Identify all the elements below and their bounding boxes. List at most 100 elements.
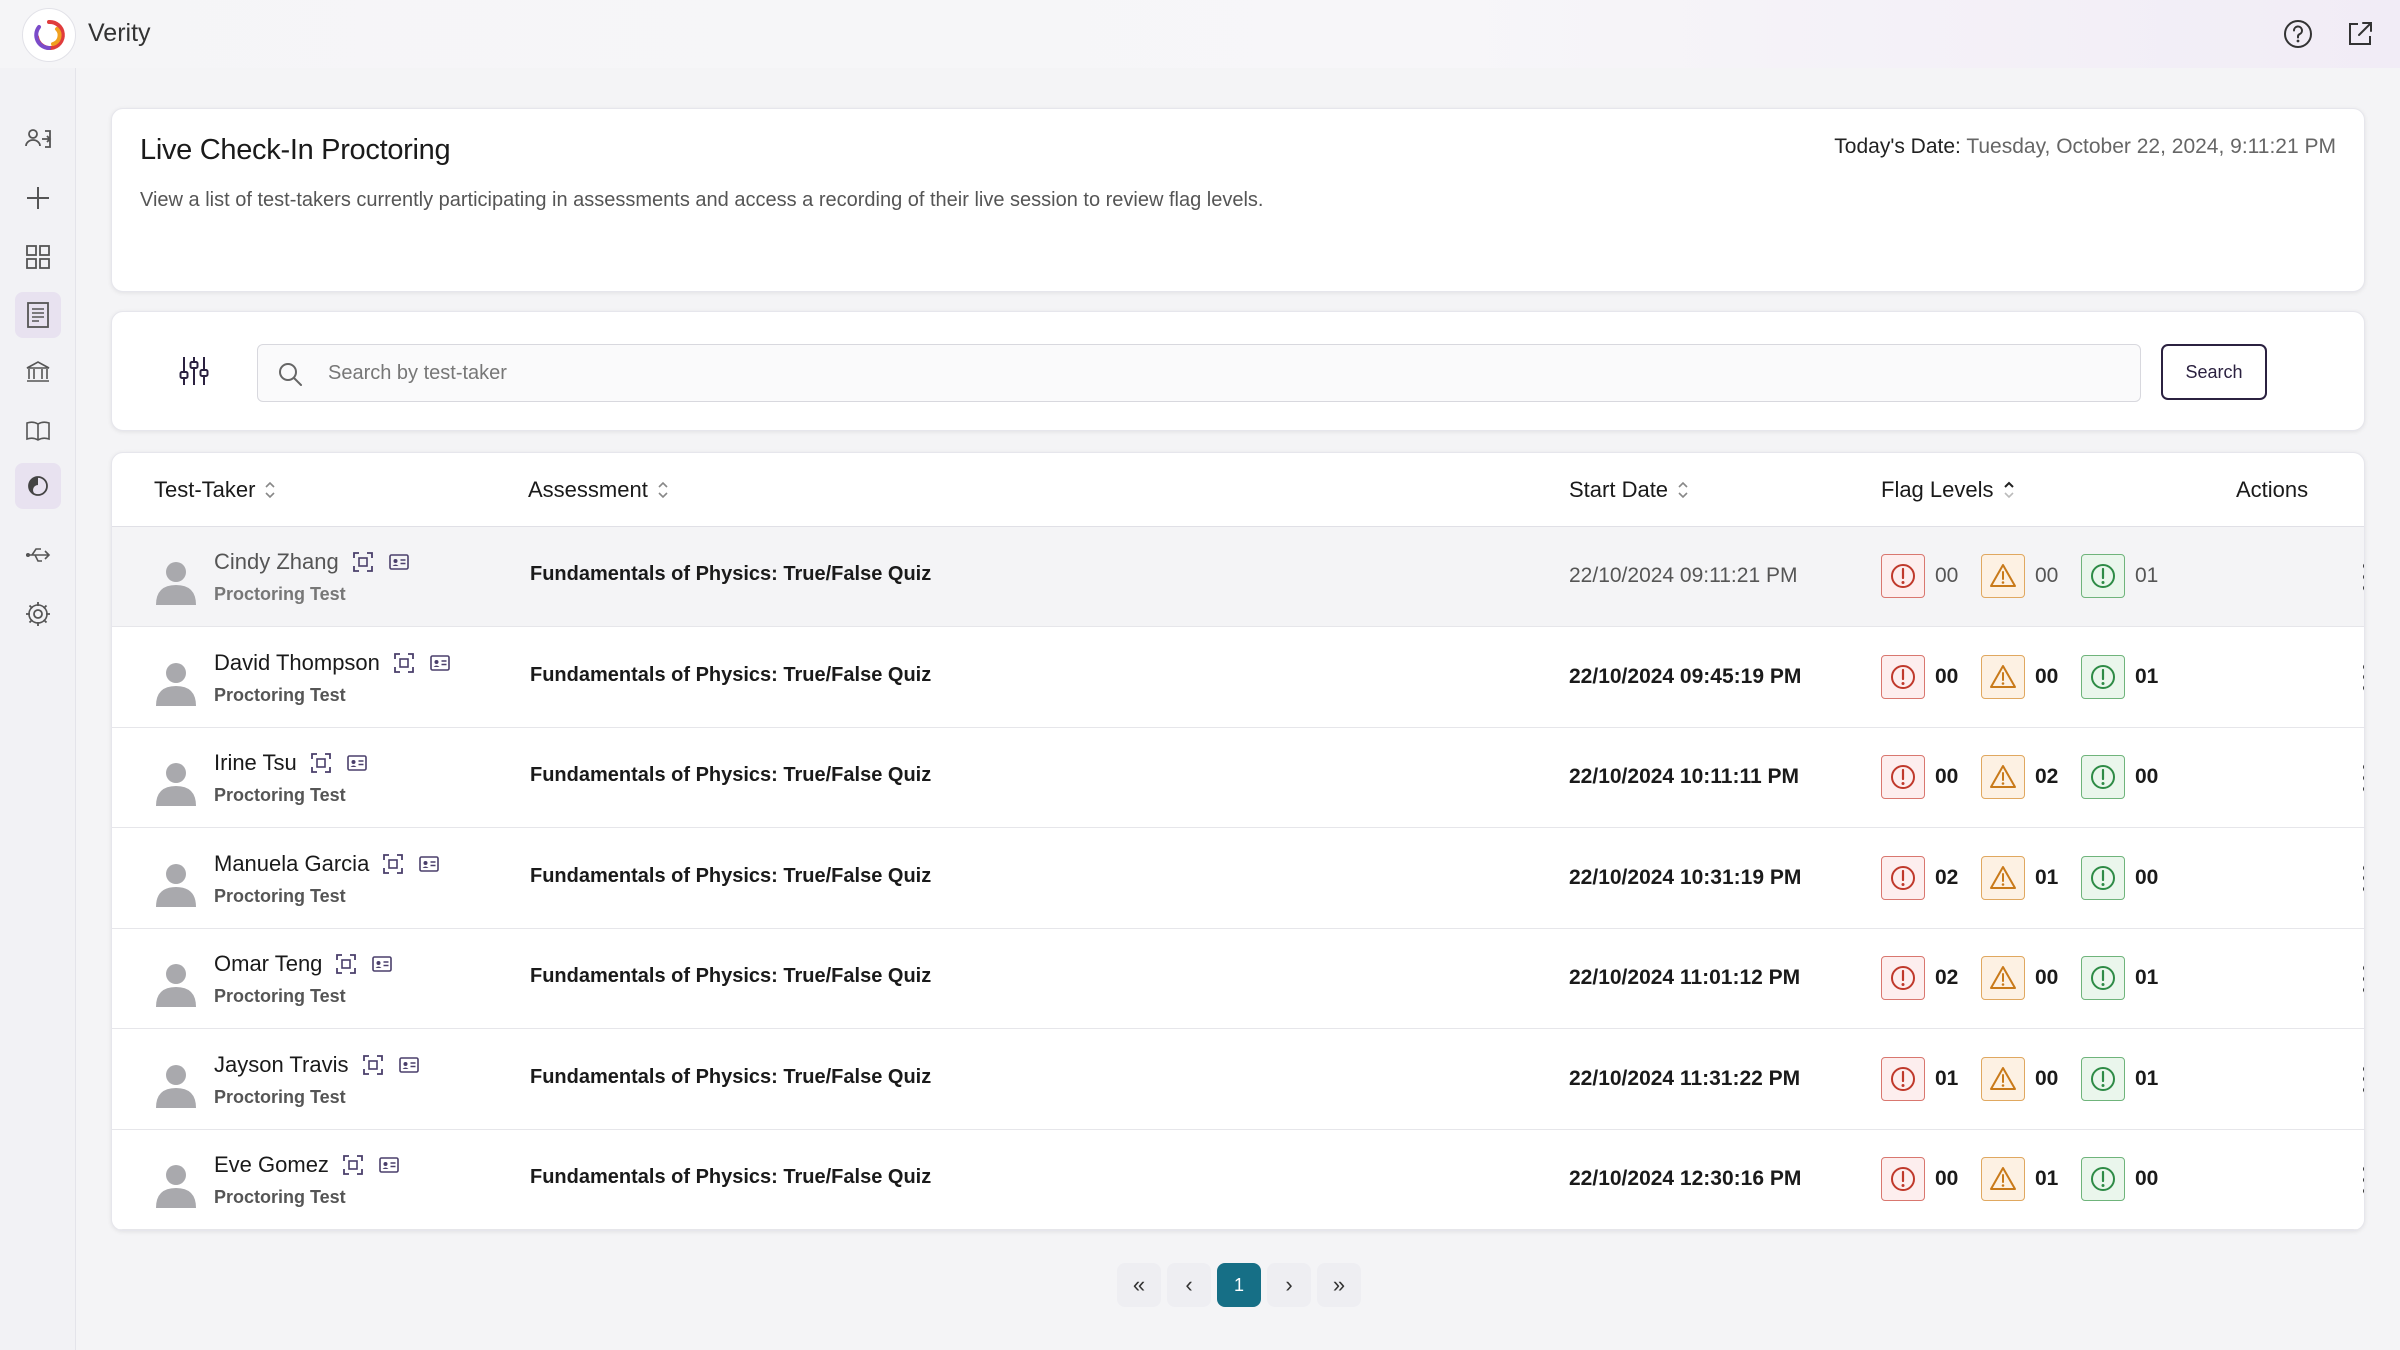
critical-flag-icon[interactable] (1881, 1056, 1925, 1101)
sort-icon[interactable] (656, 479, 670, 501)
table-row[interactable]: Irine Tsu Proctoring Test Fundamentals o… (112, 728, 2364, 828)
first-page-button[interactable]: « (1117, 1263, 1161, 1307)
current-page-button[interactable]: 1 (1217, 1263, 1261, 1307)
test-taker-subtitle: Proctoring Test (214, 684, 346, 705)
table-row[interactable]: Jayson Travis Proctoring Test Fundamenta… (112, 1029, 2364, 1130)
test-taker-name[interactable]: Manuela Garcia (214, 851, 369, 877)
id-card-icon[interactable] (370, 952, 394, 976)
assessment-name: Fundamentals of Physics: True/False Quiz (530, 965, 932, 987)
info-flag-icon[interactable] (2081, 1157, 2125, 1201)
last-page-button[interactable]: » (1317, 1263, 1361, 1307)
info-flag-icon[interactable] (2081, 1056, 2125, 1101)
test-taker-name[interactable]: Irine Tsu (214, 750, 297, 776)
critical-flag-icon[interactable] (1881, 1157, 1925, 1201)
info-flag-icon[interactable] (2081, 554, 2125, 598)
table-row[interactable]: Omar Teng Proctoring Test Fundamentals o… (112, 929, 2364, 1029)
id-card-icon[interactable] (417, 852, 441, 876)
column-header-assessment[interactable]: Assessment (528, 477, 670, 503)
column-header-test-taker[interactable]: Test-Taker (154, 477, 277, 503)
start-date: 22/10/2024 09:11:21 PM (1569, 564, 1798, 587)
help-icon[interactable] (2280, 16, 2316, 52)
search-box[interactable] (257, 344, 2228, 402)
id-card-icon[interactable] (345, 751, 369, 775)
assessment-name: Fundamentals of Physics: True/False Quiz (530, 1065, 932, 1088)
warning-flag-icon[interactable] (1981, 1056, 2025, 1101)
row-actions-kebab-icon[interactable] (2359, 863, 2364, 895)
external-link-icon[interactable] (2342, 16, 2378, 52)
report-icon[interactable] (15, 292, 61, 338)
test-taker-name[interactable]: Eve Gomez (214, 1152, 329, 1178)
sort-icon[interactable] (263, 479, 277, 501)
column-header-flag-levels[interactable]: Flag Levels (1881, 477, 2016, 503)
row-actions-kebab-icon[interactable] (2359, 762, 2364, 794)
id-card-icon[interactable] (397, 1053, 421, 1077)
table-row[interactable]: Eve Gomez Proctoring Test Fundamentals o… (112, 1130, 2364, 1230)
screen-capture-icon[interactable] (392, 651, 416, 675)
table-row[interactable]: Manuela Garcia Proctoring Test Fundament… (112, 828, 2364, 929)
column-header-start-date[interactable]: Start Date (1569, 477, 1690, 503)
search-button[interactable]: Search (2161, 344, 2267, 400)
start-date: 22/10/2024 11:31:22 PM (1569, 1066, 1801, 1090)
info-flag-icon[interactable] (2081, 855, 2125, 900)
proctoring-icon[interactable] (15, 463, 61, 509)
avatar (154, 1060, 198, 1110)
warning-flag-icon[interactable] (1981, 1157, 2025, 1201)
screen-capture-icon[interactable] (309, 751, 333, 775)
test-taker-name[interactable]: Omar Teng (214, 951, 322, 977)
info-flag-icon[interactable] (2081, 956, 2125, 1000)
warning-flag-icon[interactable] (1981, 755, 2025, 799)
test-taker-name[interactable]: Cindy Zhang (214, 549, 339, 575)
info-flag-icon[interactable] (2081, 755, 2125, 799)
screen-capture-icon[interactable] (381, 852, 405, 876)
row-actions-kebab-icon[interactable] (2359, 662, 2364, 694)
critical-flag-icon[interactable] (1881, 755, 1925, 799)
prev-page-button[interactable]: ‹ (1167, 1263, 1211, 1307)
app-logo[interactable] (22, 8, 76, 62)
warning-flag-icon[interactable] (1981, 855, 2025, 900)
test-taker-name[interactable]: Jayson Travis (214, 1052, 349, 1078)
info-flag-count: 01 (2135, 664, 2159, 688)
grid-icon[interactable] (15, 234, 61, 280)
id-card-icon[interactable] (377, 1153, 401, 1177)
flag-levels: 00 01 00 (1881, 1157, 2181, 1201)
next-page-button[interactable]: › (1267, 1263, 1311, 1307)
warning-flag-count: 00 (2035, 664, 2059, 688)
id-card-icon[interactable] (428, 651, 452, 675)
row-actions-kebab-icon[interactable] (2359, 1164, 2364, 1196)
usb-icon[interactable] (15, 532, 61, 578)
warning-flag-icon[interactable] (1981, 956, 2025, 1000)
warning-flag-count: 00 (2035, 564, 2059, 587)
row-actions-kebab-icon[interactable] (2359, 561, 2364, 593)
info-flag-count: 01 (2135, 966, 2159, 989)
user-login-icon[interactable] (15, 116, 61, 162)
table-row[interactable]: Cindy Zhang Proctoring Test Fundamentals… (112, 527, 2364, 627)
warning-flag-icon[interactable] (1981, 554, 2025, 598)
institution-icon[interactable] (15, 349, 61, 395)
screen-capture-icon[interactable] (341, 1153, 365, 1177)
warning-flag-icon[interactable] (1981, 654, 2025, 699)
critical-flag-icon[interactable] (1881, 855, 1925, 900)
sort-asc-icon[interactable] (2002, 479, 2016, 501)
start-date: 22/10/2024 11:01:12 PM (1569, 966, 1801, 989)
info-flag-icon[interactable] (2081, 654, 2125, 699)
table-row[interactable]: David Thompson Proctoring Test Fundament… (112, 627, 2364, 728)
test-taker-subtitle: Proctoring Test (214, 785, 346, 805)
column-header-actions: Actions (2236, 477, 2308, 503)
critical-flag-icon[interactable] (1881, 956, 1925, 1000)
test-taker-name[interactable]: David Thompson (214, 650, 380, 676)
id-card-icon[interactable] (387, 550, 411, 574)
start-date: 22/10/2024 12:30:16 PM (1569, 1167, 1802, 1190)
screen-capture-icon[interactable] (351, 550, 375, 574)
sort-icon[interactable] (1676, 479, 1690, 501)
critical-flag-icon[interactable] (1881, 554, 1925, 598)
plus-icon[interactable] (15, 175, 61, 221)
row-actions-kebab-icon[interactable] (2359, 1064, 2364, 1096)
book-icon[interactable] (15, 408, 61, 454)
critical-flag-icon[interactable] (1881, 654, 1925, 699)
screen-capture-icon[interactable] (334, 952, 358, 976)
gear-icon[interactable] (15, 591, 61, 637)
screen-capture-icon[interactable] (361, 1053, 385, 1077)
search-input[interactable] (328, 345, 2228, 401)
row-actions-kebab-icon[interactable] (2359, 963, 2364, 995)
filter-sliders-icon[interactable] (172, 349, 216, 393)
